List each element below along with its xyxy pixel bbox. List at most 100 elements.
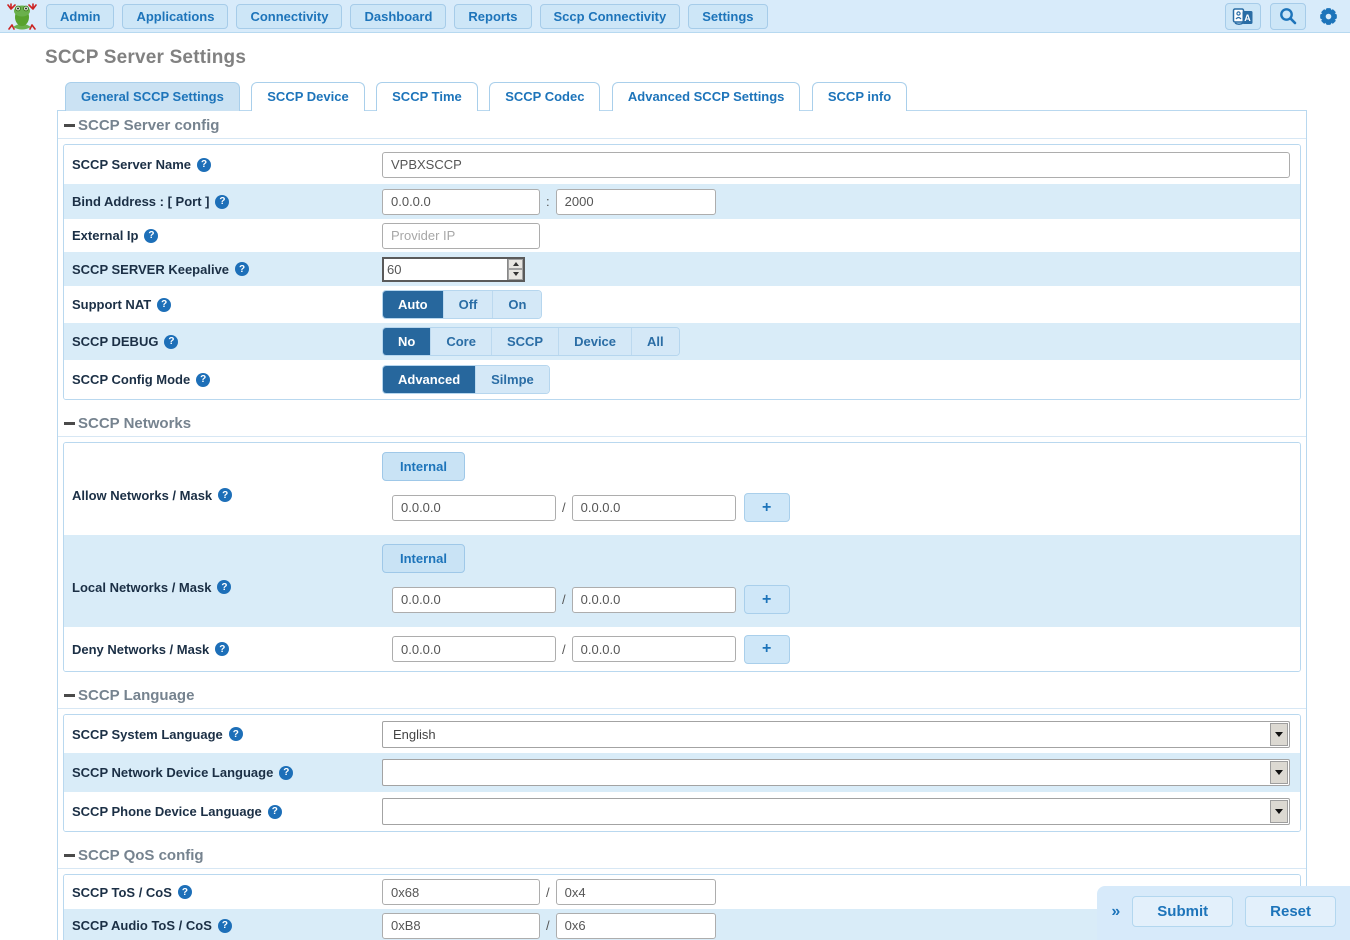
nav-item-dashboard[interactable]: Dashboard bbox=[350, 4, 446, 29]
section-header-qos[interactable]: SCCP QoS config bbox=[58, 841, 1306, 869]
frog-logo[interactable] bbox=[6, 2, 38, 30]
help-icon[interactable] bbox=[196, 373, 210, 387]
tab-sccp-device[interactable]: SCCP Device bbox=[251, 82, 364, 111]
mode-simple-button[interactable]: Silmpe bbox=[476, 366, 549, 393]
field-label: SCCP Server Name bbox=[72, 157, 191, 172]
nav-item-applications[interactable]: Applications bbox=[122, 4, 228, 29]
allow-mask-input[interactable] bbox=[572, 495, 736, 521]
field-label: Bind Address : [ Port ] bbox=[72, 194, 209, 209]
collapse-toolbar-icon[interactable]: » bbox=[1111, 903, 1120, 921]
nat-off-button[interactable]: Off bbox=[444, 291, 494, 318]
help-icon[interactable] bbox=[218, 488, 232, 502]
help-icon[interactable] bbox=[235, 262, 249, 276]
nav-item-settings[interactable]: Settings bbox=[688, 4, 767, 29]
audio-tos-input[interactable] bbox=[382, 913, 540, 939]
server-name-input[interactable] bbox=[382, 152, 1290, 178]
bind-port-input[interactable] bbox=[556, 189, 716, 215]
nat-on-button[interactable]: On bbox=[493, 291, 541, 318]
help-icon[interactable] bbox=[268, 805, 282, 819]
collapse-icon[interactable] bbox=[64, 694, 75, 697]
section-body-language: SCCP System Language English SCCP Networ… bbox=[63, 714, 1301, 832]
help-icon[interactable] bbox=[217, 580, 231, 594]
section-header-networks[interactable]: SCCP Networks bbox=[58, 409, 1306, 437]
spin-up-icon[interactable] bbox=[508, 259, 523, 270]
field-label: Local Networks / Mask bbox=[72, 580, 211, 595]
nav-item-sccp-connectivity[interactable]: Sccp Connectivity bbox=[540, 4, 681, 29]
section-header-language[interactable]: SCCP Language bbox=[58, 681, 1306, 709]
section-header-server-config[interactable]: SCCP Server config bbox=[58, 111, 1306, 139]
local-mask-input[interactable] bbox=[572, 587, 736, 613]
dropdown-arrow-icon[interactable] bbox=[1270, 800, 1288, 823]
allow-network-input[interactable] bbox=[392, 495, 556, 521]
network-device-language-select[interactable] bbox=[382, 759, 1290, 786]
help-icon[interactable] bbox=[215, 642, 229, 656]
row-server-name: SCCP Server Name bbox=[64, 145, 1300, 184]
local-internal-button[interactable]: Internal bbox=[382, 544, 465, 573]
tab-general-sccp-settings[interactable]: General SCCP Settings bbox=[65, 82, 240, 111]
tab-advanced-sccp-settings[interactable]: Advanced SCCP Settings bbox=[612, 82, 801, 111]
nav-item-connectivity[interactable]: Connectivity bbox=[236, 4, 342, 29]
row-system-language: SCCP System Language English bbox=[64, 715, 1300, 753]
debug-all-button[interactable]: All bbox=[632, 328, 679, 355]
dropdown-arrow-icon[interactable] bbox=[1270, 723, 1288, 746]
help-icon[interactable] bbox=[144, 229, 158, 243]
dropdown-arrow-icon[interactable] bbox=[1270, 761, 1288, 784]
allow-internal-button[interactable]: Internal bbox=[382, 452, 465, 481]
plus-icon: + bbox=[762, 641, 771, 657]
keepalive-input[interactable] bbox=[382, 257, 525, 282]
reset-button[interactable]: Reset bbox=[1245, 896, 1336, 927]
help-icon[interactable] bbox=[215, 195, 229, 209]
tab-sccp-info[interactable]: SCCP info bbox=[812, 82, 907, 111]
help-icon[interactable] bbox=[197, 158, 211, 172]
row-external-ip: External Ip bbox=[64, 219, 1300, 252]
spin-down-icon[interactable] bbox=[508, 269, 523, 280]
debug-no-button[interactable]: No bbox=[383, 328, 431, 355]
help-icon[interactable] bbox=[164, 335, 178, 349]
search-icon[interactable] bbox=[1270, 3, 1306, 30]
translate-icon[interactable]: A bbox=[1225, 3, 1261, 30]
debug-sccp-button[interactable]: SCCP bbox=[492, 328, 559, 355]
field-label: SCCP DEBUG bbox=[72, 334, 158, 349]
tab-sccp-codec[interactable]: SCCP Codec bbox=[489, 82, 600, 111]
field-label: External Ip bbox=[72, 228, 138, 243]
tab-bar: General SCCP Settings SCCP Device SCCP T… bbox=[57, 81, 1350, 110]
row-bind-address: Bind Address : [ Port ] : bbox=[64, 184, 1300, 219]
row-local-networks: Local Networks / Mask Internal / + bbox=[64, 535, 1300, 627]
local-network-input[interactable] bbox=[392, 587, 556, 613]
help-icon[interactable] bbox=[178, 885, 192, 899]
row-allow-networks: Allow Networks / Mask Internal / + bbox=[64, 443, 1300, 535]
gear-icon[interactable] bbox=[1315, 3, 1342, 30]
collapse-icon[interactable] bbox=[64, 422, 75, 425]
help-icon[interactable] bbox=[218, 919, 232, 933]
submit-button[interactable]: Submit bbox=[1132, 896, 1233, 927]
debug-core-button[interactable]: Core bbox=[431, 328, 492, 355]
external-ip-input[interactable] bbox=[382, 223, 540, 249]
phone-device-language-select[interactable] bbox=[382, 798, 1290, 825]
section-title: SCCP Server config bbox=[78, 117, 219, 134]
nat-auto-button[interactable]: Auto bbox=[383, 291, 444, 318]
bind-address-input[interactable] bbox=[382, 189, 540, 215]
system-language-select[interactable]: English bbox=[382, 721, 1290, 748]
tab-sccp-time[interactable]: SCCP Time bbox=[376, 82, 478, 111]
add-network-button[interactable]: + bbox=[744, 635, 790, 664]
collapse-icon[interactable] bbox=[64, 854, 75, 857]
audio-cos-input[interactable] bbox=[556, 913, 716, 939]
nav-item-reports[interactable]: Reports bbox=[454, 4, 531, 29]
add-network-button[interactable]: + bbox=[744, 493, 790, 522]
deny-network-input[interactable] bbox=[392, 636, 556, 662]
field-label: SCCP Config Mode bbox=[72, 372, 190, 387]
collapse-icon[interactable] bbox=[64, 124, 75, 127]
help-icon[interactable] bbox=[229, 727, 243, 741]
sccp-tos-input[interactable] bbox=[382, 879, 540, 905]
help-icon[interactable] bbox=[157, 298, 171, 312]
mask-separator: / bbox=[560, 592, 568, 607]
add-network-button[interactable]: + bbox=[744, 585, 790, 614]
deny-mask-input[interactable] bbox=[572, 636, 736, 662]
mode-advanced-button[interactable]: Advanced bbox=[383, 366, 476, 393]
help-icon[interactable] bbox=[279, 766, 293, 780]
field-label: Allow Networks / Mask bbox=[72, 488, 212, 503]
port-separator: : bbox=[544, 194, 552, 209]
nav-item-admin[interactable]: Admin bbox=[46, 4, 114, 29]
sccp-cos-input[interactable] bbox=[556, 879, 716, 905]
debug-device-button[interactable]: Device bbox=[559, 328, 632, 355]
